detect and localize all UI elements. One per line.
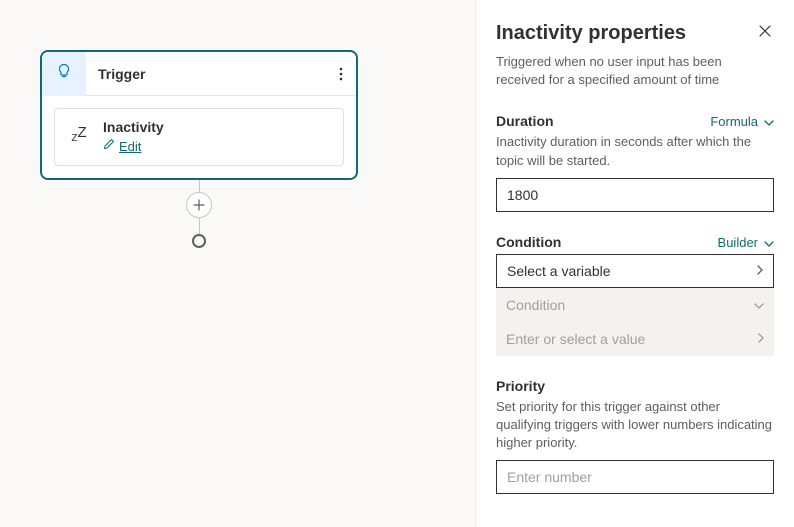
activity-card[interactable]: ZZ Inactivity Edit [54,108,344,166]
connector-line [199,180,200,192]
end-node [192,234,206,248]
priority-section: Priority Set priority for this trigger a… [496,378,774,495]
priority-input[interactable] [496,460,774,494]
value-placeholder: Enter or select a value [506,331,645,347]
condition-section: Condition Builder Select a variable Cond… [496,234,774,356]
lightbulb-icon [56,63,72,84]
duration-desc: Inactivity duration in seconds after whi… [496,133,774,169]
trigger-card[interactable]: Trigger ZZ Inactivity Edit [40,50,358,180]
activity-edit-link[interactable]: Edit [103,137,164,155]
trigger-body: ZZ Inactivity Edit [42,96,356,178]
trigger-header: Trigger [42,52,356,96]
operator-placeholder: Condition [506,297,565,313]
chevron-right-icon [758,332,764,346]
chevron-down-icon [754,298,764,312]
duration-mode-toggle[interactable]: Formula [710,114,774,129]
condition-label: Condition [496,234,561,250]
activity-text: Inactivity Edit [103,119,164,155]
trigger-title: Trigger [86,66,326,82]
canvas-area: Trigger ZZ Inactivity Edit [0,0,475,527]
sleep-icon: ZZ [67,128,91,146]
condition-operator-select[interactable]: Condition [496,288,774,322]
more-options-button[interactable] [326,67,356,81]
close-button[interactable] [756,22,774,45]
chevron-right-icon [757,264,763,278]
priority-label: Priority [496,378,545,394]
panel-header: Inactivity properties [496,22,774,45]
chevron-down-icon [764,114,774,129]
panel-title: Inactivity properties [496,22,686,45]
duration-section: Duration Formula Inactivity duration in … [496,113,774,211]
panel-subtitle: Triggered when no user input has been re… [496,53,774,89]
vertical-dots-icon [339,67,343,81]
trigger-icon-cell [42,52,86,96]
connector [40,180,358,248]
duration-mode-text: Formula [710,114,758,129]
close-icon [758,24,772,38]
pencil-icon [103,137,115,155]
variable-select[interactable]: Select a variable [496,254,774,288]
edit-link-text[interactable]: Edit [119,139,141,154]
condition-mode-text: Builder [718,235,758,250]
priority-desc: Set priority for this trigger against ot… [496,398,774,453]
condition-mode-toggle[interactable]: Builder [718,235,774,250]
chevron-down-icon [764,235,774,250]
condition-value-select[interactable]: Enter or select a value [496,322,774,356]
plus-icon [193,199,205,211]
activity-title: Inactivity [103,119,164,135]
duration-input[interactable] [496,178,774,212]
connector-line [199,218,200,234]
duration-label: Duration [496,113,554,129]
properties-panel: Inactivity properties Triggered when no … [475,0,794,527]
variable-select-placeholder: Select a variable [507,263,611,279]
add-node-button[interactable] [186,192,212,218]
